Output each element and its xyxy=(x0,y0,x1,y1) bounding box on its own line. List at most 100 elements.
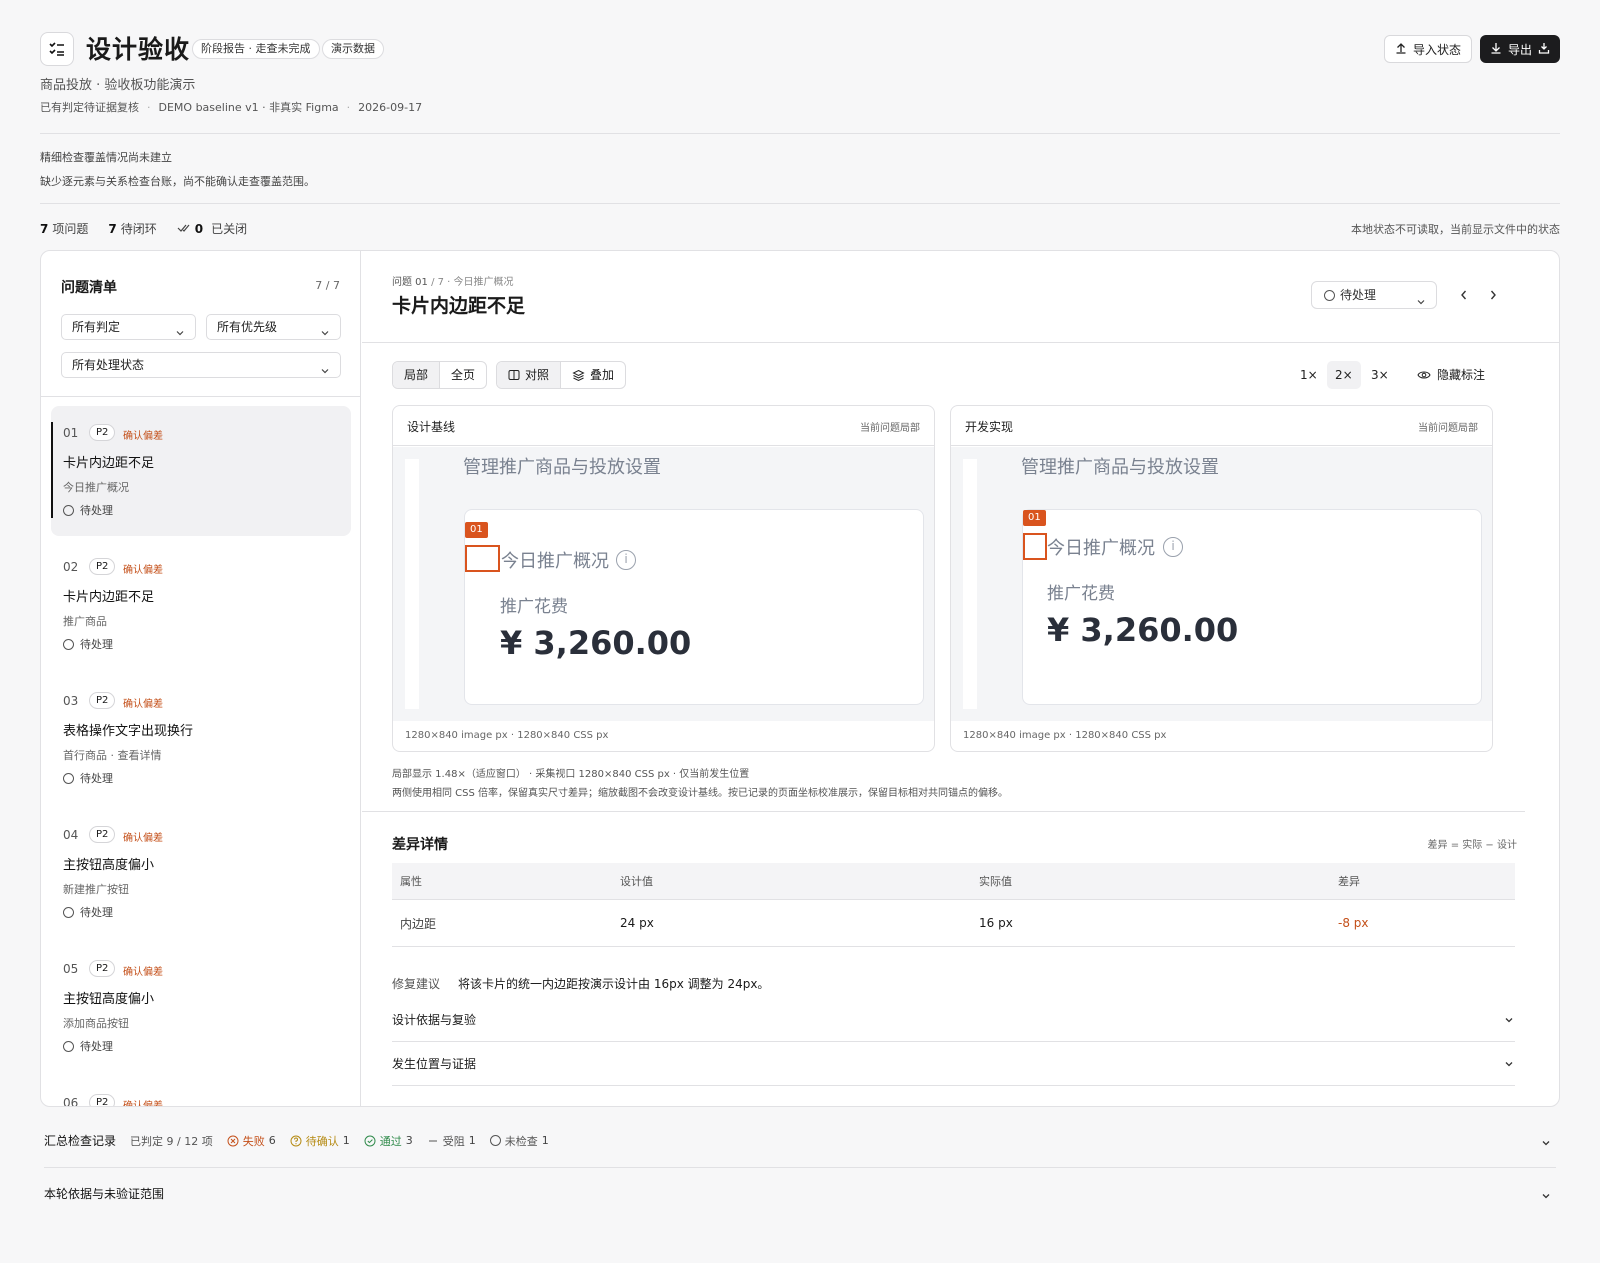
chevron-down-icon[interactable] xyxy=(1540,1134,1552,1153)
notice-title: 精细检查覆盖情况尚未建立 xyxy=(40,151,172,164)
page-title: 设计验收 xyxy=(86,35,191,64)
card-header: 开发实现 当前问题局部 xyxy=(951,406,1492,446)
issue-number: 04 xyxy=(63,828,79,842)
circle-icon xyxy=(1324,290,1335,301)
summary-judged: 已判定 9 / 12 项 xyxy=(130,1134,213,1148)
hide-marks-label: 隐藏标注 xyxy=(1437,368,1486,382)
calibration-caption: 两侧使用相同 CSS 倍率，保留真实尺寸差异；缩放截图不会改变设计基线。按已记录… xyxy=(392,788,1009,799)
accordion-basis[interactable]: 设计依据与复验 xyxy=(392,998,1515,1042)
card-footer: 1280×840 image px · 1280×840 CSS px xyxy=(963,730,1167,741)
screenshot-edge xyxy=(963,459,977,709)
zoom-caption: 局部显示 1.48×（适应窗口） · 采集视口 1280×840 CSS px … xyxy=(392,769,750,780)
verdict-tag: 确认偏差 xyxy=(123,1101,163,1107)
issue-item[interactable]: 03 P2 确认偏差 表格操作文字出现换行 首行商品 · 查看详情 待处理 xyxy=(51,674,351,804)
issue-item[interactable]: 01 P2 确认偏差 卡片内边距不足 今日推广概况 待处理 xyxy=(51,406,351,536)
property-cell: 内边距 xyxy=(400,916,437,931)
issue-list-title: 问题清单 xyxy=(61,280,117,296)
demo-chip: 演示数据 xyxy=(322,39,384,59)
unchecked-count: 未检查 1 xyxy=(489,1133,549,1149)
stats-bar: 7 项问题 7 待闭环 0 已关闭 xyxy=(40,220,247,237)
mode-compare-tab[interactable]: 对照 xyxy=(497,362,561,388)
accordion-location[interactable]: 发生位置与证据 xyxy=(392,1042,1515,1086)
diff-formula: 差异 = 实际 − 设计 xyxy=(1427,840,1517,851)
basis-row[interactable]: 本轮依据与未验证范围 xyxy=(44,1185,164,1202)
issue-status: 待处理 xyxy=(63,770,113,786)
review-panel: 问题清单 7 / 7 所有判定 所有优先级 所有处理状态 01 P2 确认偏差 … xyxy=(40,250,1560,1107)
shot-label: 推广花费 xyxy=(1047,584,1115,604)
circle-icon xyxy=(63,504,74,516)
verdict-tag: 确认偏差 xyxy=(123,699,163,710)
issue-marker-box xyxy=(465,545,500,572)
stat-closed: 0 已关闭 xyxy=(177,220,247,237)
stat-issues: 7 项问题 xyxy=(40,222,89,236)
meta-baseline: DEMO baseline v1 · 非真实 Figma xyxy=(158,101,339,114)
issue-sidebar: 问题清单 7 / 7 所有判定 所有优先级 所有处理状态 01 P2 确认偏差 … xyxy=(41,251,361,1107)
card-header: 设计基线 当前问题局部 xyxy=(393,406,934,446)
double-check-icon xyxy=(177,222,191,236)
issue-item[interactable]: 04 P2 确认偏差 主按钮高度偏小 新建推广按钮 待处理 xyxy=(51,808,351,938)
hide-marks-button[interactable]: 隐藏标注 xyxy=(1417,361,1485,389)
issue-detail-title: 卡片内边距不足 xyxy=(392,295,526,317)
divider xyxy=(362,811,1525,812)
issue-status: 待处理 xyxy=(63,1038,113,1054)
column-header: 实际值 xyxy=(979,875,1012,888)
priority-filter-value: 所有优先级 xyxy=(217,320,278,334)
chevron-left-icon xyxy=(1461,290,1467,300)
import-button[interactable]: 导入状态 xyxy=(1384,35,1473,63)
issue-marker: 01 xyxy=(1023,510,1046,526)
table-header: 属性 设计值 实际值 差异 xyxy=(392,863,1515,899)
priority-filter[interactable]: 所有优先级 xyxy=(206,314,341,340)
fix-text: 将该卡片的统一内边距按演示设计由 16px 调整为 24px。 xyxy=(458,977,770,991)
fail-count: 失败 6 xyxy=(227,1133,276,1149)
basis-title: 本轮依据与未验证范围 xyxy=(44,1187,165,1201)
summary-title: 汇总检查记录 xyxy=(44,1134,117,1148)
priority-badge: P2 xyxy=(89,960,116,977)
summary-row[interactable]: 汇总检查记录 已判定 9 / 12 项 失败 6 待确认 1 通过 3 受阻 1 未检查… xyxy=(44,1132,549,1149)
screenshot-edge xyxy=(405,459,419,709)
status-filter-value: 所有处理状态 xyxy=(72,358,145,372)
chevron-right-icon xyxy=(1490,290,1496,300)
circle-icon xyxy=(63,906,74,918)
stat-pending: 7 待闭环 xyxy=(108,222,157,236)
zoom-2x[interactable]: 2× xyxy=(1327,361,1361,389)
export-button[interactable]: 导出 xyxy=(1480,35,1560,63)
card-scope: 当前问题局部 xyxy=(1418,423,1478,434)
issue-title: 卡片内边距不足 xyxy=(63,590,155,605)
design-value-cell: 24 px xyxy=(620,916,654,930)
view-local-tab[interactable]: 局部 xyxy=(393,362,440,388)
chevron-down-icon[interactable] xyxy=(1540,1187,1552,1206)
issue-item[interactable]: 02 P2 确认偏差 卡片内边距不足 推广商品 待处理 xyxy=(51,540,351,670)
verdict-filter-value: 所有判定 xyxy=(72,320,121,334)
confirm-count: 待确认 1 xyxy=(290,1133,350,1149)
prev-issue-button[interactable] xyxy=(1457,287,1471,306)
status-filter[interactable]: 所有处理状态 xyxy=(61,352,341,378)
verdict-tag: 确认偏差 xyxy=(123,431,163,442)
card-title: 开发实现 xyxy=(965,420,1014,434)
issue-item[interactable]: 06 P2 确认偏差 xyxy=(51,1076,351,1107)
status-select[interactable]: 待处理 xyxy=(1311,281,1437,309)
verdict-filter[interactable]: 所有判定 xyxy=(61,314,196,340)
mode-overlay-tab[interactable]: 叠加 xyxy=(560,362,625,388)
view-full-tab[interactable]: 全页 xyxy=(439,362,486,388)
shot-heading: 管理推广商品与投放设置 xyxy=(1021,457,1219,478)
diff-table: 属性 设计值 实际值 差异 内边距 24 px 16 px -8 px xyxy=(392,863,1515,947)
zoom-3x[interactable]: 3× xyxy=(1363,361,1397,389)
accordion-label: 发生位置与证据 xyxy=(392,1057,477,1071)
dev-screenshot[interactable]: 管理推广商品与投放设置 01 今日推广概况 i 推广花费 ¥ 3,260.00 xyxy=(951,447,1492,721)
chevron-down-icon xyxy=(1505,1017,1513,1022)
zoom-1x[interactable]: 1× xyxy=(1292,361,1326,389)
blocked-count: 受阻 1 xyxy=(427,1133,476,1149)
issue-number: 03 xyxy=(63,694,79,708)
issue-location: 首行商品 · 查看详情 xyxy=(63,749,162,762)
download-icon xyxy=(1538,42,1550,57)
issue-item[interactable]: 05 P2 确认偏差 主按钮高度偏小 添加商品按钮 待处理 xyxy=(51,942,351,1072)
column-header: 差异 xyxy=(1338,875,1360,888)
card-footer: 1280×840 image px · 1280×840 CSS px xyxy=(405,730,609,741)
design-screenshot[interactable]: 管理推广商品与投放设置 01 今日推广概况 i 推广花费 ¥ 3,260.00 xyxy=(393,447,934,721)
circle-icon xyxy=(63,772,74,784)
priority-badge: P2 xyxy=(89,424,116,441)
shot-card-title: 今日推广概况 xyxy=(1047,538,1155,559)
fix-suggestion: 修复建议 将该卡片的统一内边距按演示设计由 16px 调整为 24px。 xyxy=(392,975,769,992)
next-issue-button[interactable] xyxy=(1486,287,1500,306)
priority-badge: P2 xyxy=(89,558,116,575)
